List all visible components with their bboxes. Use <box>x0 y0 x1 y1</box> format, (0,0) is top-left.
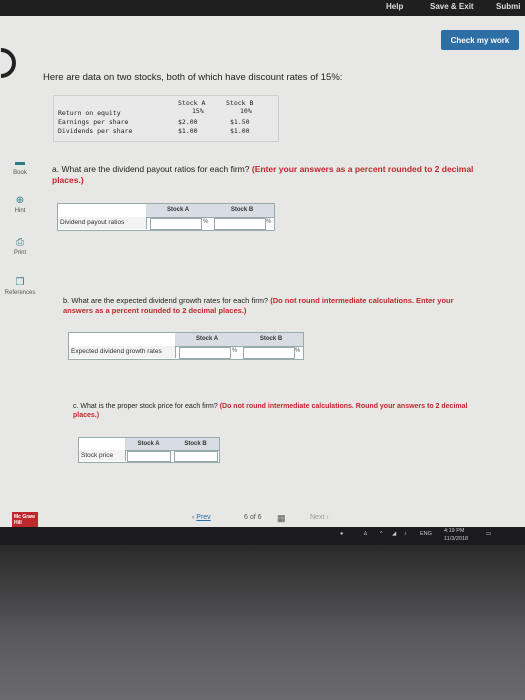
table-row-label: Earnings per share <box>58 118 129 126</box>
column-header: Stock B <box>210 204 274 218</box>
table-cell: $1.00 <box>230 127 250 135</box>
table-header: Stock A <box>178 99 206 107</box>
network-icon[interactable]: ◢ <box>392 531 396 537</box>
question-a: a. What are the dividend payout ratios f… <box>52 164 474 185</box>
payout-ratio-b-input[interactable] <box>214 218 266 230</box>
percent-label: % <box>266 219 272 225</box>
table-cell: 10% <box>240 107 252 115</box>
answer-table-c: Stock A Stock B Stock price <box>78 437 220 463</box>
table-row-label: Dividends per share <box>58 127 133 135</box>
clock-date[interactable]: 11/3/2018 <box>444 536 468 542</box>
sidebar-item-hint[interactable]: ⊕ Hint <box>0 195 40 215</box>
browser-icon[interactable]: ● <box>340 531 343 537</box>
stock-data-table: Stock A Stock B Return on equity 15% 10%… <box>53 95 279 142</box>
grid-icon[interactable]: ▦ <box>277 513 287 523</box>
save-exit-link[interactable]: Save & Exit <box>430 2 474 11</box>
next-link[interactable]: Next › <box>310 514 329 521</box>
stock-price-b-input[interactable] <box>174 451 218 462</box>
question-b: b. What are the expected dividend growth… <box>63 296 454 315</box>
book-icon: ▬ <box>15 157 25 168</box>
monitor-bezel <box>0 545 525 700</box>
percent-label: % <box>295 348 301 354</box>
row-label: Expected dividend growth rates <box>69 346 176 358</box>
hint-icon: ⊕ <box>15 195 25 206</box>
references-icon: ❐ <box>15 277 25 288</box>
sidebar: ▬ Book ⊕ Hint ⎙ Print ❐ References <box>0 60 40 500</box>
answer-table-a: Stock A Stock B Dividend payout ratios %… <box>57 203 275 231</box>
column-header: Stock B <box>172 438 219 451</box>
volume-icon[interactable]: ♪ <box>404 531 407 537</box>
table-cell: 15% <box>192 107 204 115</box>
table-header: Stock B <box>226 99 254 107</box>
sidebar-item-print[interactable]: ⎙ Print <box>0 237 40 257</box>
check-my-work-button[interactable]: Check my work <box>441 30 519 50</box>
user-icon[interactable]: ♙ <box>363 531 368 537</box>
chevron-right-icon: › <box>324 514 329 521</box>
notifications-icon[interactable]: ▭ <box>486 531 491 537</box>
column-header: Stock A <box>146 204 210 218</box>
sidebar-item-book[interactable]: ▬ Book <box>0 157 40 177</box>
question-c: c. What is the proper stock price for ea… <box>73 403 468 419</box>
percent-label: % <box>203 219 209 225</box>
print-icon: ⎙ <box>16 237 24 248</box>
windows-taskbar: ● ♙ ^ ◢ ♪ ENG 4:19 PM 11/3/2018 ▭ <box>0 527 525 545</box>
table-cell: $1.50 <box>230 118 250 126</box>
help-link[interactable]: Help <box>386 2 403 11</box>
submit-link[interactable]: Submi <box>496 2 520 11</box>
browser-screen: Help Save & Exit Submi Check my work ▬ B… <box>0 0 525 545</box>
table-row-label: Return on equity <box>58 109 121 117</box>
language-indicator[interactable]: ENG <box>420 531 432 537</box>
row-label: Stock price <box>79 450 126 461</box>
column-header: Stock B <box>239 333 303 347</box>
answer-table-b: Stock A Stock B Expected dividend growth… <box>68 332 304 360</box>
row-label: Dividend payout ratios <box>58 217 147 229</box>
growth-rate-b-input[interactable] <box>243 347 295 359</box>
column-header: Stock A <box>175 333 239 347</box>
payout-ratio-a-input[interactable] <box>150 218 202 230</box>
table-cell: $2.00 <box>178 118 198 126</box>
clock-time[interactable]: 4:19 PM <box>444 528 464 534</box>
column-header: Stock A <box>125 438 172 451</box>
stock-price-a-input[interactable] <box>127 451 171 462</box>
page-indicator: 6 of 6 <box>244 514 262 521</box>
percent-label: % <box>232 348 238 354</box>
sidebar-item-references[interactable]: ❐ References <box>0 277 40 297</box>
growth-rate-a-input[interactable] <box>179 347 231 359</box>
table-cell: $1.00 <box>178 127 198 135</box>
top-bar: Help Save & Exit Submi <box>0 0 525 16</box>
prev-link[interactable]: ‹ Prev <box>192 514 211 521</box>
chevron-up-icon[interactable]: ^ <box>380 531 383 537</box>
problem-intro: Here are data on two stocks, both of whi… <box>43 72 343 83</box>
